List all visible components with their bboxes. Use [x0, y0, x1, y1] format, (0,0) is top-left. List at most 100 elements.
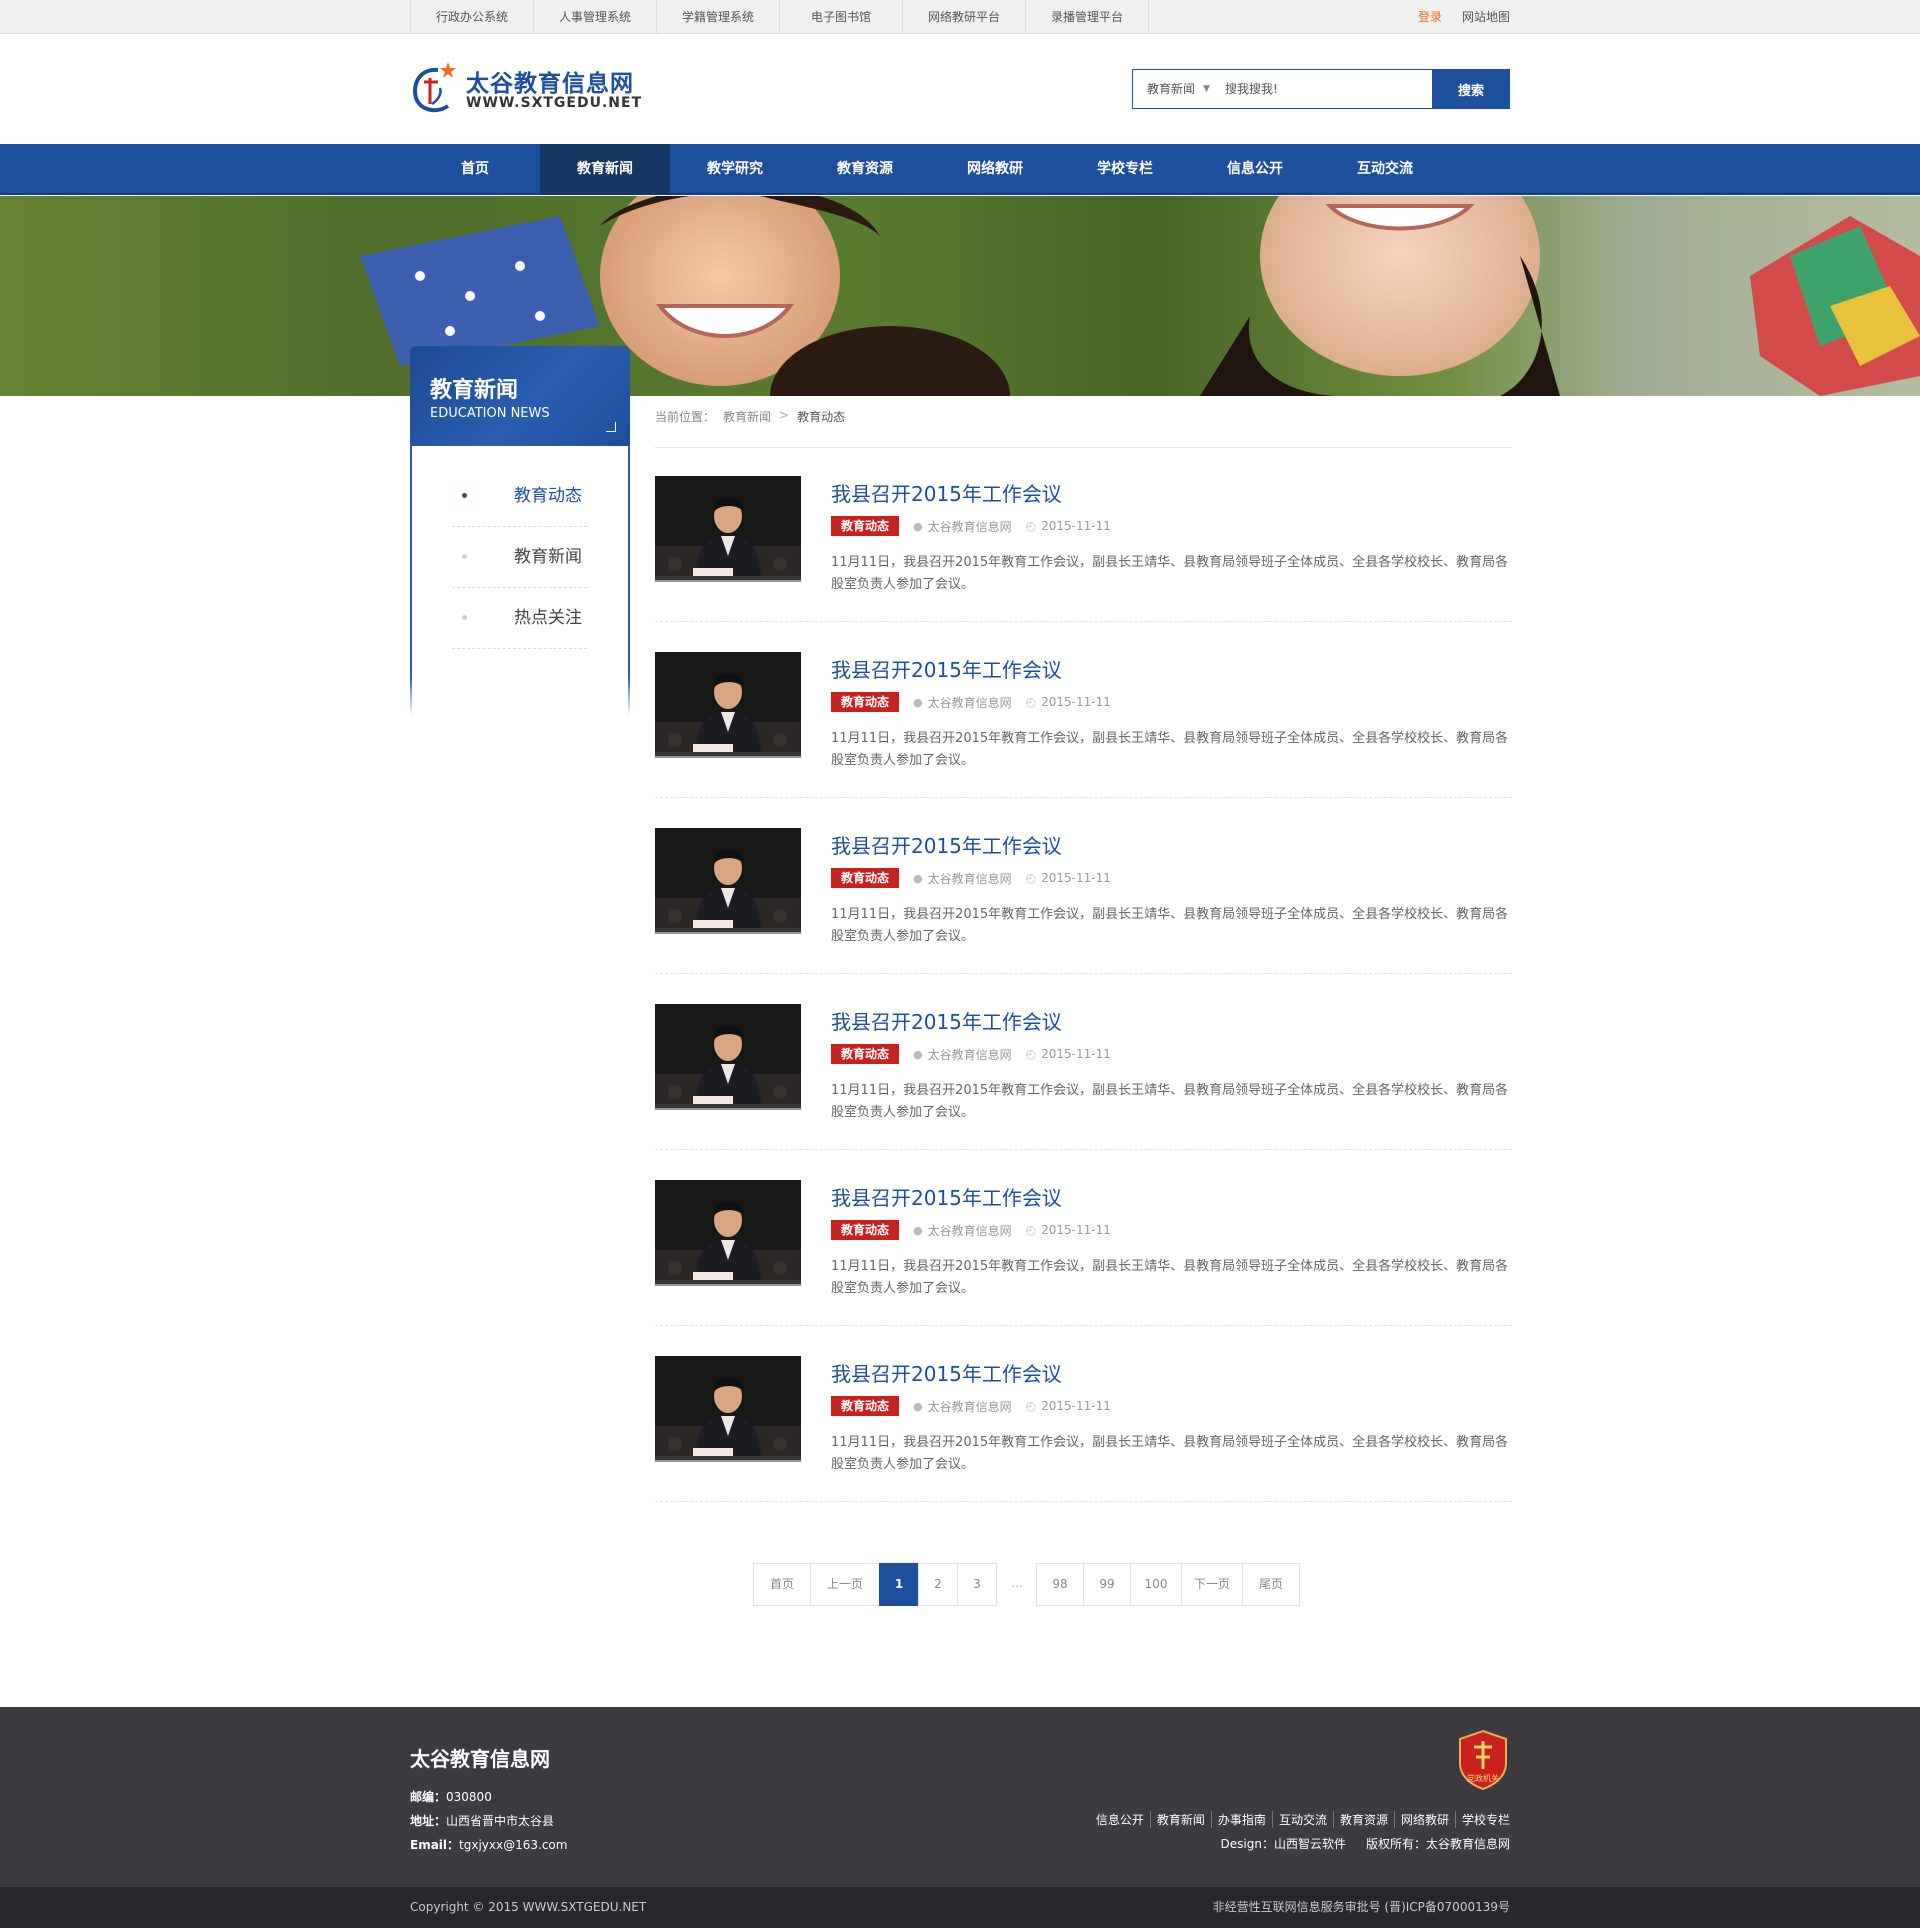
search-category-label: 教育新闻 — [1147, 82, 1196, 96]
system-link-library[interactable]: 电子图书馆 — [780, 0, 903, 34]
page-prev-button[interactable]: 上一页 — [810, 1563, 880, 1606]
icp-license-text[interactable]: 非经营性互联网信息服务审批号 (晋)ICP备07000139号 — [1213, 1887, 1510, 1928]
footer-link-school-column[interactable]: 学校专栏 — [1454, 1811, 1510, 1828]
system-link-student-records[interactable]: 学籍管理系统 — [657, 0, 780, 34]
badge-text: 党政机关 — [1467, 1773, 1499, 1783]
nav-item-education-resources[interactable]: 教育资源 — [800, 144, 930, 195]
sidebar-item-education-news[interactable]: 教育新闻 — [452, 527, 587, 588]
sidebar-title: 教育新闻 — [430, 378, 519, 403]
logo-url: WWW.SXTGEDU.NET — [466, 95, 643, 111]
news-date: 2015-11-11 — [1041, 1223, 1111, 1237]
news-thumbnail[interactable] — [655, 1004, 801, 1110]
news-title-link[interactable]: 我县召开2015年工作会议 — [831, 478, 1062, 507]
sidebar-item-education-dynamics[interactable]: 教育动态 — [452, 466, 587, 527]
bullet-icon — [462, 615, 467, 620]
news-thumbnail[interactable] — [655, 1356, 801, 1462]
news-meta: 教育动态 ● 太谷教育信息网 ◴ 2015-11-11 — [831, 1220, 1111, 1240]
rights-credit: 版权所有：太谷教育信息网 — [1365, 1837, 1510, 1851]
news-title-link[interactable]: 我县召开2015年工作会议 — [831, 830, 1062, 859]
footer-link-info-disclosure[interactable]: 信息公开 — [1090, 1811, 1150, 1828]
clock-icon: ◴ — [1025, 519, 1037, 533]
footer-link-resources[interactable]: 教育资源 — [1332, 1811, 1394, 1828]
news-thumbnail[interactable] — [655, 652, 801, 758]
news-thumbnail[interactable] — [655, 1180, 801, 1286]
news-summary: 11月11日，我县召开2015年教育工作会议，副县长王靖华、县教育局领导班子全体… — [831, 1083, 1509, 1120]
hero-banner-image — [0, 196, 1920, 396]
system-link-office[interactable]: 行政办公系统 — [411, 0, 534, 34]
news-category-tag[interactable]: 教育动态 — [831, 1396, 900, 1416]
news-thumbnail[interactable] — [655, 476, 801, 582]
sidebar-header: 教育新闻 EDUCATION NEWS — [410, 346, 630, 446]
news-source: 太谷教育信息网 — [927, 1399, 1012, 1414]
user-icon: ● — [913, 871, 923, 885]
system-link-recording-platform[interactable]: 录播管理平台 — [1026, 0, 1149, 34]
page-number-button[interactable]: 1 — [879, 1563, 919, 1606]
news-source: 太谷教育信息网 — [927, 695, 1012, 710]
news-summary: 11月11日，我县召开2015年教育工作会议，副县长王靖华、县教育局领导班子全体… — [831, 1435, 1509, 1472]
clock-icon: ◴ — [1025, 871, 1037, 885]
news-category-tag[interactable]: 教育动态 — [831, 692, 900, 712]
footer-link-education-news[interactable]: 教育新闻 — [1149, 1811, 1211, 1828]
government-badge-icon[interactable]: 党政机关 — [1456, 1729, 1510, 1791]
news-category-tag[interactable]: 教育动态 — [831, 1044, 900, 1064]
site-logo[interactable]: 太谷教育信息网 WWW.SXTGEDU.NET — [408, 60, 648, 120]
nav-item-school-column[interactable]: 学校专栏 — [1060, 144, 1190, 195]
sitemap-link[interactable]: 网站地图 — [1462, 0, 1510, 34]
page-number-button[interactable]: 99 — [1083, 1563, 1131, 1606]
footer-credits: Design：山西智云软件 版权所有：太谷教育信息网 — [1221, 1835, 1510, 1852]
news-item: 我县召开2015年工作会议 教育动态 ● 太谷教育信息网 ◴ 2015-11-1… — [655, 652, 1512, 798]
address-label: 地址： — [410, 1814, 447, 1828]
login-link[interactable]: 登录 — [1418, 0, 1442, 34]
news-date: 2015-11-11 — [1041, 1399, 1111, 1413]
email-value[interactable]: tgxjyxx@163.com — [459, 1838, 567, 1852]
nav-item-info-disclosure[interactable]: 信息公开 — [1190, 144, 1320, 195]
footer-link-interaction[interactable]: 互动交流 — [1271, 1811, 1333, 1828]
nav-item-education-news[interactable]: 教育新闻 — [540, 144, 670, 195]
sidebar-item-hot-topics[interactable]: 热点关注 — [452, 588, 587, 649]
news-thumbnail[interactable] — [655, 828, 801, 934]
bullet-icon — [462, 554, 467, 559]
news-photo — [655, 828, 801, 932]
news-summary: 11月11日，我县召开2015年教育工作会议，副县长王靖华、县教育局领导班子全体… — [831, 1259, 1509, 1296]
clock-icon: ◴ — [1025, 1223, 1037, 1237]
nav-item-teaching-research[interactable]: 教学研究 — [670, 144, 800, 195]
news-title-link[interactable]: 我县召开2015年工作会议 — [831, 1006, 1062, 1035]
page-number-button[interactable]: 100 — [1130, 1563, 1182, 1606]
breadcrumb-parent-link[interactable]: 教育新闻 — [723, 408, 771, 425]
nav-item-interaction[interactable]: 互动交流 — [1320, 144, 1450, 195]
system-links: 行政办公系统 人事管理系统 学籍管理系统 电子图书馆 网络教研平台 录播管理平台 — [410, 0, 1149, 34]
search-box: 教育新闻 ▼ 搜索 — [1132, 69, 1510, 109]
site-header: 太谷教育信息网 WWW.SXTGEDU.NET 教育新闻 ▼ 搜索 — [0, 34, 1920, 144]
news-title-link[interactable]: 我县召开2015年工作会议 — [831, 654, 1062, 683]
news-item: 我县召开2015年工作会议 教育动态 ● 太谷教育信息网 ◴ 2015-11-1… — [655, 1004, 1512, 1150]
banner-photo — [0, 196, 1920, 396]
corner-bracket-icon — [606, 422, 616, 432]
nav-item-online-research[interactable]: 网络教研 — [930, 144, 1060, 195]
system-link-hr[interactable]: 人事管理系统 — [534, 0, 657, 34]
page-number-button[interactable]: 2 — [918, 1563, 958, 1606]
news-category-tag[interactable]: 教育动态 — [831, 516, 900, 536]
user-icon: ● — [913, 1047, 923, 1061]
search-category-select[interactable]: 教育新闻 ▼ — [1133, 70, 1221, 108]
news-category-tag[interactable]: 教育动态 — [831, 1220, 900, 1240]
page-ellipsis: ... — [1011, 1576, 1023, 1590]
sidebar-item-label: 教育动态 — [514, 486, 582, 506]
sidebar-item-label: 热点关注 — [514, 608, 582, 628]
footer-link-guide[interactable]: 办事指南 — [1210, 1811, 1272, 1828]
page-next-button[interactable]: 下一页 — [1181, 1563, 1243, 1606]
footer-link-online-research[interactable]: 网络教研 — [1393, 1811, 1455, 1828]
address-value: 山西省晋中市太谷县 — [446, 1814, 555, 1828]
page-number-button[interactable]: 3 — [957, 1563, 997, 1606]
page-first-button[interactable]: 首页 — [753, 1563, 811, 1606]
system-link-research-platform[interactable]: 网络教研平台 — [903, 0, 1026, 34]
footer-contact: 邮编：030800 地址：山西省晋中市太谷县 Email：tgxjyxx@163… — [410, 1785, 567, 1857]
page-number-button[interactable]: 98 — [1036, 1563, 1084, 1606]
news-title-link[interactable]: 我县召开2015年工作会议 — [831, 1182, 1062, 1211]
nav-item-home[interactable]: 首页 — [410, 144, 540, 195]
news-item: 我县召开2015年工作会议 教育动态 ● 太谷教育信息网 ◴ 2015-11-1… — [655, 1356, 1512, 1502]
page-last-button[interactable]: 尾页 — [1242, 1563, 1300, 1606]
news-category-tag[interactable]: 教育动态 — [831, 868, 900, 888]
search-button[interactable]: 搜索 — [1432, 69, 1510, 109]
search-input[interactable] — [1221, 70, 1432, 108]
news-title-link[interactable]: 我县召开2015年工作会议 — [831, 1358, 1062, 1387]
